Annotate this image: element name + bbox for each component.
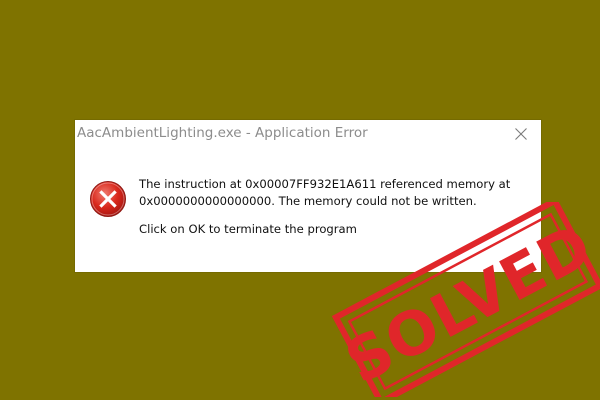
solved-stamp: SOLVED [331, 202, 600, 397]
dialog-title: AacAmbientLighting.exe - Application Err… [77, 125, 368, 141]
close-button[interactable] [507, 122, 535, 146]
message-line-1: The instruction at 0x00007FF932E1A611 re… [139, 177, 511, 191]
dialog-titlebar[interactable]: AacAmbientLighting.exe - Application Err… [75, 120, 541, 148]
close-icon [515, 128, 527, 140]
error-icon [90, 181, 126, 217]
